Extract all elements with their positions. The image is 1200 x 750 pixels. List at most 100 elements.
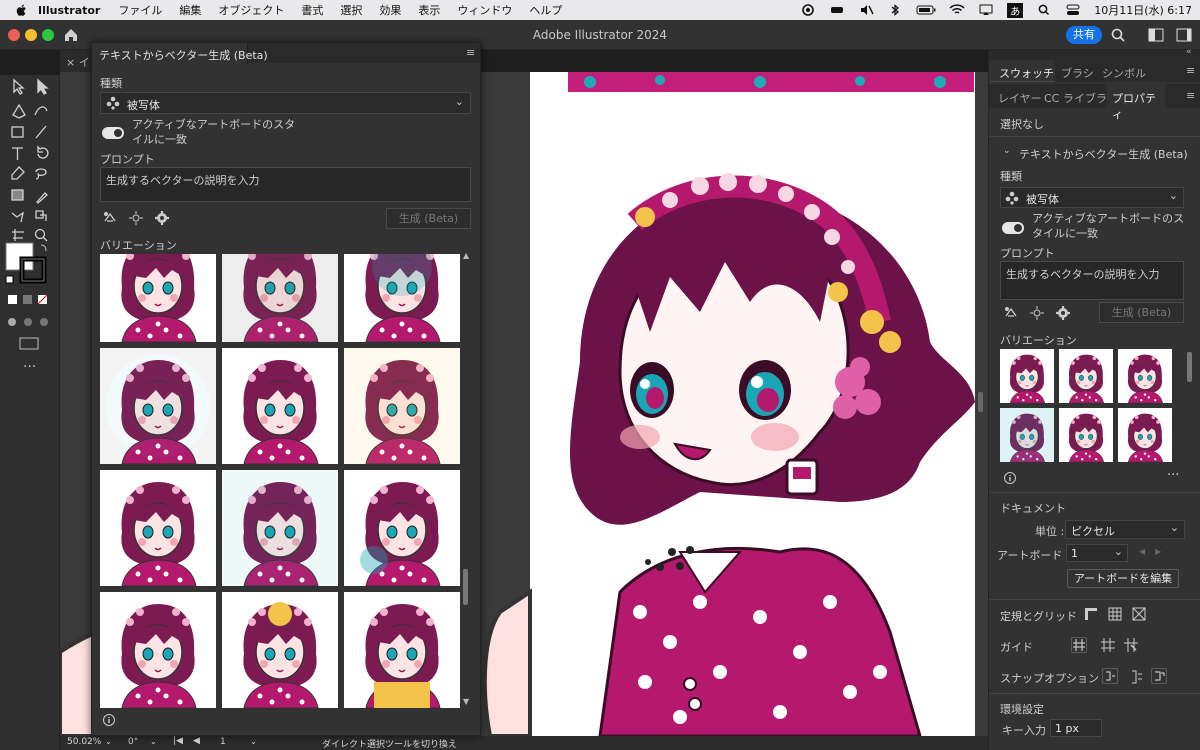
rp-reference-style-icon[interactable] [1003,305,1019,321]
generate-button[interactable]: 生成 (Beta) [386,208,471,229]
variation-thumbnail[interactable] [222,470,338,586]
match-style-toggle[interactable] [102,127,124,139]
first-artboard-icon[interactable]: |◀ [173,736,183,746]
show-guides-button[interactable] [1071,637,1087,653]
grid-icon[interactable] [1107,606,1123,622]
menu-help[interactable]: ヘルプ [529,2,562,18]
screen-mirror-icon[interactable] [978,4,994,16]
gradient-tool-icon[interactable] [11,189,24,201]
rp-effects-icon[interactable] [1029,305,1045,321]
clock[interactable]: 10月11日(水) 6:17 [1094,2,1192,18]
panel-tab[interactable]: テキストからベクター生成 (Beta) [92,43,268,65]
wifi-icon[interactable] [949,4,965,16]
info-icon[interactable] [102,713,116,727]
default-colors-icon[interactable] [5,275,14,284]
menu-object[interactable]: オブジェクト [218,2,284,18]
unit-select[interactable]: ピクセル ⌄ [1065,520,1185,539]
close-tab-icon[interactable]: × [66,56,79,69]
rp-prompt-input[interactable]: 生成するベクターの説明を入力 [1000,261,1184,300]
scroll-up-icon[interactable]: ▲ [463,251,469,260]
tab-symbols[interactable]: シンボル [1102,65,1146,81]
apple-icon[interactable] [14,3,30,17]
gradient-mode-icon[interactable] [23,295,32,304]
undo-icon[interactable] [37,145,49,159]
pen-tool-icon[interactable] [12,103,26,119]
effects-icon[interactable] [128,210,144,226]
keyboard-increment-input[interactable]: 1 px [1050,719,1102,737]
direct-selection-tool-icon[interactable] [37,78,49,95]
smart-guides-icon[interactable] [1123,637,1139,653]
edit-artboards-button[interactable]: アートボードを編集 [1067,569,1179,588]
arrange-documents-icon[interactable] [1148,28,1164,42]
canvas-vertical-scrollbar[interactable] [978,392,983,412]
rp-variations-scrollbar[interactable] [1187,352,1192,382]
artboard-dropdown-icon[interactable]: ⌄ [250,737,257,746]
variation-thumbnail[interactable] [344,348,460,464]
bottom-tabs-menu-icon[interactable]: ≡ [1186,89,1195,102]
rp-type-select[interactable]: 被写体 ⌄ [1000,187,1184,208]
color-mode-icon[interactable] [8,295,17,304]
more-options-icon[interactable]: ··· [1167,468,1179,483]
swap-colors-icon[interactable] [40,244,47,252]
variation-thumbnail[interactable] [1118,408,1172,462]
variation-thumbnail[interactable] [222,254,338,342]
rp-match-style-toggle[interactable] [1002,222,1024,234]
workspace-icon[interactable] [1176,28,1192,42]
curvature-tool-icon[interactable] [34,106,48,116]
previous-artboard-icon[interactable]: ◀ [1139,547,1145,556]
draw-inside-icon[interactable] [40,318,48,326]
rotation-value[interactable]: 0° [128,737,138,747]
variation-thumbnail[interactable] [344,592,460,708]
zoom-level[interactable]: 50.02% [67,737,101,747]
tab-brushes[interactable]: ブラシ [1061,65,1094,81]
search-help-icon[interactable] [1110,27,1126,43]
eyedropper-tool-icon[interactable] [36,192,48,204]
variation-thumbnail[interactable] [100,254,216,342]
section-collapse-icon[interactable]: ⌄ [1003,146,1011,156]
status-message[interactable]: ダイレクト選択ツールを切り換え [322,737,457,750]
next-artboard-icon[interactable]: ▶ [1155,547,1161,556]
shape-builder-tool-icon[interactable] [35,210,47,221]
draw-behind-icon[interactable] [24,318,32,326]
snap-to-grid-icon[interactable] [1128,669,1144,685]
menu-select[interactable]: 選択 [340,2,362,18]
previous-artboard-icon[interactable]: ◀ [193,736,200,746]
bluetooth-icon[interactable] [887,4,903,16]
lasso-tool-icon[interactable] [35,168,47,180]
ime-indicator[interactable]: あ [1007,2,1024,18]
top-tabs-menu-icon[interactable]: ≡ [1186,64,1195,77]
edit-toolbar-icon[interactable]: ··· [23,359,36,375]
creative-cloud-icon[interactable] [800,4,816,16]
variation-thumbnail[interactable] [100,592,216,708]
control-center-icon[interactable] [1065,4,1081,16]
tab-properties[interactable]: プロパティ [1107,84,1165,121]
variation-thumbnail[interactable] [222,348,338,464]
variations-scrollbar[interactable]: ▲ ▼ [463,251,469,708]
search-icon[interactable] [1036,4,1052,16]
reference-style-icon[interactable] [102,210,118,226]
variation-thumbnail[interactable] [100,470,216,586]
draw-normal-icon[interactable] [8,318,16,326]
rotation-dropdown-icon[interactable]: ⌄ [150,737,157,746]
variation-thumbnail[interactable] [1059,408,1113,462]
variation-thumbnail[interactable] [100,348,216,464]
scroll-down-icon[interactable]: ▼ [463,697,469,706]
settings-gear-icon[interactable] [154,210,170,226]
document-tab[interactable]: × イ [60,50,95,72]
menu-window[interactable]: ウィンドウ [457,2,512,18]
snap-to-point-button[interactable] [1102,668,1118,684]
artboard-number[interactable]: 1 [220,737,226,747]
share-button[interactable]: 共有 [1066,26,1102,44]
lock-guides-icon[interactable] [1100,637,1116,653]
battery-icon[interactable] [916,4,936,16]
mute-icon[interactable] [858,4,874,16]
app-menu[interactable]: Illustrator [38,4,100,17]
tab-swatches[interactable]: スウォッチ [989,60,1055,82]
variation-thumbnail[interactable] [1000,408,1054,462]
scroll-thumb[interactable] [463,569,468,605]
rectangle-tool-icon[interactable] [11,126,24,138]
ruler-icon[interactable] [1083,606,1099,622]
screen-mode-icon[interactable] [19,337,39,350]
selection-tool-icon[interactable] [13,78,25,95]
variation-thumbnail[interactable] [1118,349,1172,403]
